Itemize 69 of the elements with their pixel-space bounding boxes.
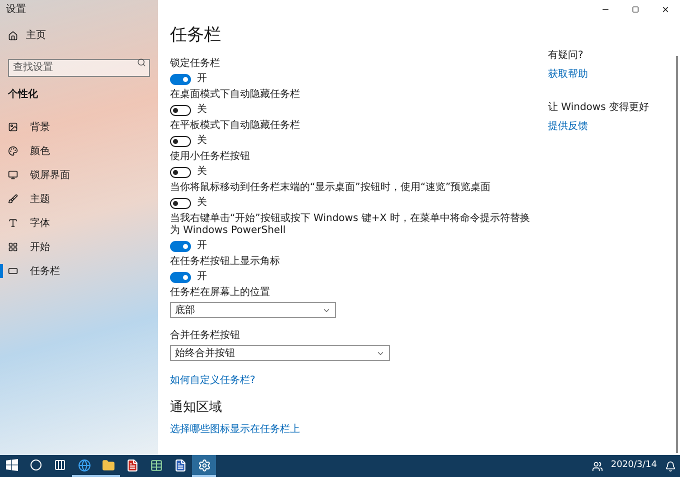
toggle-switch[interactable]	[170, 104, 191, 116]
toggle-state: 开	[197, 73, 207, 85]
palette-icon	[8, 146, 18, 156]
toggle-switch[interactable]	[170, 136, 191, 146]
search-icon	[137, 58, 146, 67]
settings-icon	[198, 458, 210, 472]
home-icon	[8, 30, 18, 40]
nav-item[interactable]: 背景	[0, 120, 158, 134]
help-link[interactable]: 如何自定义任务栏?	[170, 373, 530, 388]
task-view-icon	[54, 459, 66, 471]
toggle-state: 关	[197, 104, 207, 116]
toggle-switch[interactable]	[170, 240, 191, 252]
dropdown[interactable]: 始终合并按钮	[170, 345, 390, 361]
toggle-switch[interactable]	[170, 166, 191, 178]
toggle-switch[interactable]	[170, 74, 191, 84]
document-icon	[174, 458, 186, 472]
windows-logo-icon	[6, 459, 18, 471]
nav-item[interactable]: 锁屏界面	[0, 168, 158, 182]
brush-icon	[8, 194, 18, 204]
window-title: 设置	[5, 2, 27, 17]
pdf-icon	[126, 458, 138, 472]
toggle-state: 开	[197, 271, 207, 283]
section-heading: 通知区域	[170, 399, 223, 417]
date: 2020/3/14	[610, 459, 657, 472]
setting-label: 任务栏在屏幕上的位置	[170, 287, 271, 299]
nav-item[interactable]: 主题	[0, 192, 158, 206]
toggle-state: 开	[197, 240, 207, 252]
toggle-state: 关	[197, 197, 207, 209]
taskbar-icon	[8, 266, 18, 276]
nav-item[interactable]: 开始	[0, 240, 158, 254]
grid-icon	[8, 242, 18, 252]
browser-icon	[78, 458, 90, 472]
setting-label: 在平板模式下自动隐藏任务栏	[170, 120, 301, 132]
page-title: 任务栏	[170, 24, 222, 46]
notification-icons-link[interactable]: 选择哪些图标显示在任务栏上	[170, 422, 530, 436]
toggle-switch[interactable]	[170, 272, 191, 282]
nav-item[interactable]: 颜色	[0, 144, 158, 158]
setting-label: 使用小任务栏按钮	[170, 151, 251, 163]
toggle-switch[interactable]	[170, 198, 191, 208]
monitor-icon	[8, 170, 18, 180]
scrollbar[interactable]	[676, 56, 678, 453]
nav-item[interactable]: 字体	[0, 216, 158, 230]
toggle-state: 关	[197, 166, 207, 178]
font-icon	[8, 218, 18, 228]
setting-label: 锁定任务栏	[170, 58, 221, 70]
notification-icon[interactable]	[665, 460, 676, 472]
aside-heading: 有疑问?	[548, 48, 584, 63]
dropdown[interactable]: 底部	[170, 302, 336, 318]
setting-label: 合并任务栏按钮	[170, 330, 241, 342]
setting-label: 在任务栏按钮上显示角标	[170, 256, 281, 268]
taskbar-button[interactable]	[192, 455, 216, 477]
section-heading: 个性化	[7, 88, 39, 102]
toggle-state: 关	[197, 135, 207, 147]
setting-label: 当我右键单击“开始”按钮或按下 Windows 键+X 时，在菜单中将命令提示符替换为 Windows PowerShell	[170, 213, 530, 237]
aside-link[interactable]: 提供反馈	[548, 119, 649, 134]
folder-icon	[102, 458, 114, 472]
setting-label: 在桌面模式下自动隐藏任务栏	[170, 89, 301, 101]
aside-link[interactable]: 获取帮助	[548, 67, 649, 82]
nav-item[interactable]: 任务栏	[0, 264, 158, 278]
spreadsheet-icon	[150, 458, 162, 472]
home-link[interactable]: 主页	[0, 28, 158, 43]
maximize-icon	[632, 6, 638, 12]
setting-label: 当你将鼠标移动到任务栏末端的“显示桌面”按钮时，使用“速览”预览桌面	[170, 182, 492, 194]
search-icon	[30, 459, 42, 471]
search-field[interactable]: 查找设置	[8, 58, 150, 76]
aside-heading: 让 Windows 变得更好	[548, 100, 649, 115]
close-icon	[660, 4, 670, 14]
picture-icon	[8, 122, 18, 132]
people-icon[interactable]	[592, 460, 603, 472]
